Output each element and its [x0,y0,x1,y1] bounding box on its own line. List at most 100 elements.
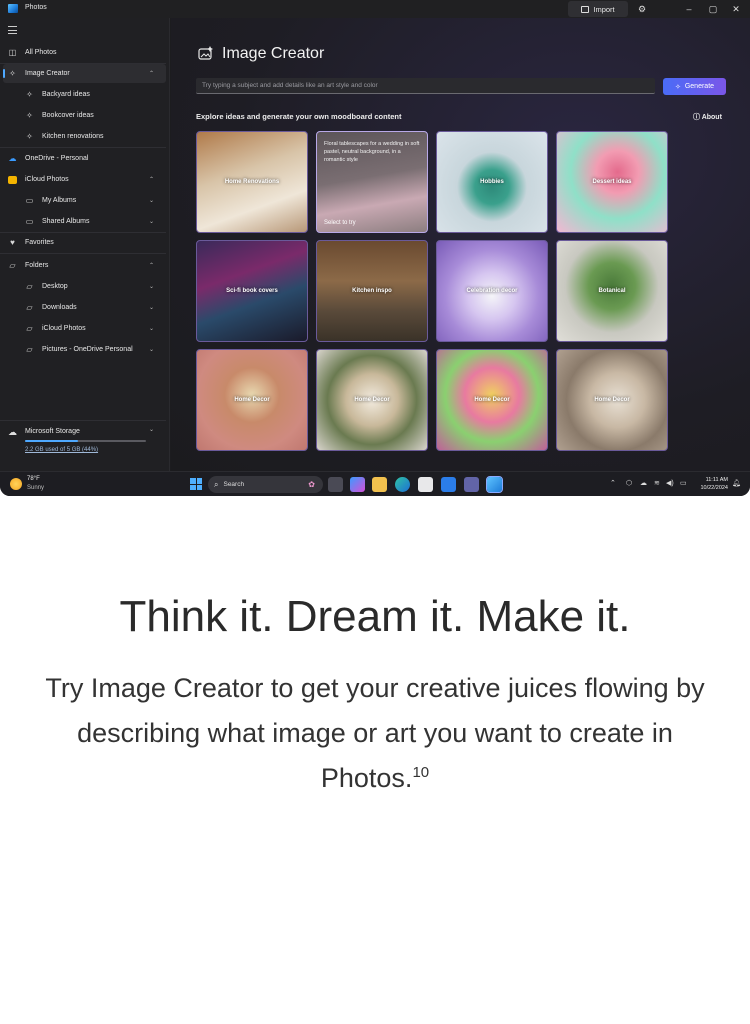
idea-tile[interactable]: Home Decor [436,349,548,451]
file-explorer-icon[interactable] [372,477,387,492]
windows-start-icon[interactable] [190,478,202,490]
sidebar: ◫ All Photos ✧ Image Creator ⌃ ✧ Backyar… [0,18,170,471]
tile-label: Sci-fi book covers [226,288,278,294]
idea-tile[interactable]: Sci-fi book covers [196,240,308,342]
marketing-body: Try Image Creator to get your creative j… [45,673,705,793]
chevron-up-icon[interactable]: ⌃ [149,262,154,269]
sparkle-image-icon: ✧ [26,111,33,120]
explore-heading: Explore ideas and generate your own mood… [196,112,402,121]
chevron-down-icon[interactable]: ⌄ [149,304,154,311]
sidebar-item-icloud-photos[interactable]: iCloud Photos ⌃ [0,170,166,189]
teams-icon[interactable] [464,477,479,492]
chevron-down-icon[interactable]: ⌄ [149,283,154,290]
about-link[interactable]: ⓘ About [693,112,722,122]
search-icon: ⌕ [214,479,219,489]
idea-tile[interactable]: Dessert ideas [556,131,668,233]
network-icon[interactable]: ⬡ [626,479,632,487]
edge-icon[interactable] [395,477,410,492]
sidebar-item-bookcover-ideas[interactable]: ✧ Bookcover ideas [0,106,166,125]
storage-progress-bar [25,440,146,442]
photos-taskbar-icon[interactable] [486,476,503,493]
storage-usage-link[interactable]: 2.2 GB used of 5 GB (44%) [25,447,98,453]
sparkle-image-icon: ✧ [26,90,33,99]
chevron-down-icon[interactable]: ⌄ [149,325,154,332]
prompt-input[interactable]: Try typing a subject and add details lik… [196,78,655,94]
idea-tile[interactable]: Home Renovations [196,131,308,233]
taskbar-search[interactable]: ⌕ Search ✿ [208,476,323,493]
sidebar-item-shared-albums[interactable]: ▭ Shared Albums ⌄ [0,212,166,231]
chevron-down-icon[interactable]: ⌄ [149,218,154,225]
wifi-icon[interactable]: ≋ [654,479,660,487]
idea-tile[interactable]: Botanical [556,240,668,342]
sun-icon[interactable] [10,478,22,490]
idea-tile[interactable]: Home Decor [196,349,308,451]
sidebar-item-icloud-folder[interactable]: ▱ iCloud Photos ⌄ [0,319,166,338]
sidebar-item-folders[interactable]: ▱ Folders ⌃ [0,256,166,275]
tile-label: Hobbies [480,179,504,185]
info-icon: ⓘ [693,114,702,121]
photos-app-icon [8,4,18,13]
task-view-icon[interactable] [328,477,343,492]
chevron-up-icon[interactable]: ⌃ [610,479,616,487]
bell-icon[interactable]: 🔔︎ [732,479,741,487]
tile-label: Botanical [598,288,626,294]
sidebar-item-pictures-onedrive[interactable]: ▱ Pictures - OneDrive Personal ⌄ [0,340,166,359]
tile-label: Kitchen inspo [352,288,392,294]
idea-tile[interactable]: Home Decor [556,349,668,451]
outlook-icon[interactable] [441,477,456,492]
copilot-icon[interactable] [350,477,365,492]
sidebar-item-image-creator[interactable]: ✧ Image Creator ⌃ [3,64,166,83]
sidebar-item-desktop[interactable]: ▱ Desktop ⌄ [0,277,166,296]
chevron-up-icon[interactable]: ⌃ [149,176,154,183]
import-button[interactable]: Import [568,1,628,17]
sparkle-image-icon: ✧ [26,132,33,141]
hamburger-menu-icon[interactable] [8,26,17,34]
search-placeholder: Search [223,481,245,488]
sidebar-item-kitchen-renovations[interactable]: ✧ Kitchen renovations [0,127,166,146]
chevron-down-icon[interactable]: ⌄ [149,197,154,204]
idea-tile[interactable]: Floral tablescapes for a wedding in soft… [316,131,428,233]
chevron-down-icon[interactable]: ⌄ [149,346,154,353]
gear-icon[interactable]: ⚙ [635,2,649,16]
sidebar-item-favorites[interactable]: ♥ Favorites [0,233,166,252]
maximize-button[interactable]: ▢ [706,2,720,16]
idea-tile[interactable]: Celebration decor [436,240,548,342]
weather-temperature: 78°F [27,476,40,482]
volume-icon[interactable]: ◀) [666,479,674,487]
chevron-up-icon[interactable]: ⌃ [149,70,154,77]
app-title: Photos [25,4,47,11]
sidebar-item-onedrive[interactable]: ☁ OneDrive - Personal [0,149,166,168]
generate-button[interactable]: ✧ Generate [663,78,726,95]
sidebar-item-backyard-ideas[interactable]: ✧ Backyard ideas [0,85,166,104]
tile-label: Celebration decor [466,288,518,294]
sparkle-image-icon: ✧ [9,69,16,78]
page-title: Image Creator [222,45,325,62]
clock-time[interactable]: 11:11 AM [700,477,728,483]
album-icon: ▭ [25,217,34,226]
sidebar-item-all-photos[interactable]: ◫ All Photos [0,43,166,62]
sidebar-item-downloads[interactable]: ▱ Downloads ⌄ [0,298,166,317]
store-icon[interactable] [418,477,433,492]
battery-icon[interactable]: ▭ [680,479,687,487]
chevron-down-icon[interactable]: ⌄ [149,426,154,433]
idea-tile[interactable]: Home Decor [316,349,428,451]
folder-icon: ▱ [26,282,33,291]
tile-label: Dessert ideas [592,179,632,185]
idea-tile[interactable]: Hobbies [436,131,548,233]
cloud-icon[interactable]: ☁ [640,479,647,487]
minimize-button[interactable]: – [682,2,696,16]
tile-label: Home Decor [594,397,630,403]
idea-tile[interactable]: Kitchen inspo [316,240,428,342]
sidebar-item-my-albums[interactable]: ▭ My Albums ⌄ [0,191,166,210]
icloud-icon [8,175,17,184]
lotus-icon: ✿ [308,480,315,489]
windows-taskbar: 78°F Sunny ⌕ Search ✿ ⌃ ⬡ ☁ ≋ ◀) ▭ 11:11… [0,471,750,496]
clock-date[interactable]: 10/22/2024 [690,485,728,491]
storage-panel: ☁ Microsoft Storage ⌄ 2.2 GB used of 5 G… [0,420,166,470]
import-icon [581,5,590,13]
import-label: Import [593,4,615,14]
close-button[interactable]: ✕ [729,2,743,16]
folder-icon: ▱ [26,345,33,354]
divider [0,147,166,148]
folder-icon: ▱ [26,324,33,333]
